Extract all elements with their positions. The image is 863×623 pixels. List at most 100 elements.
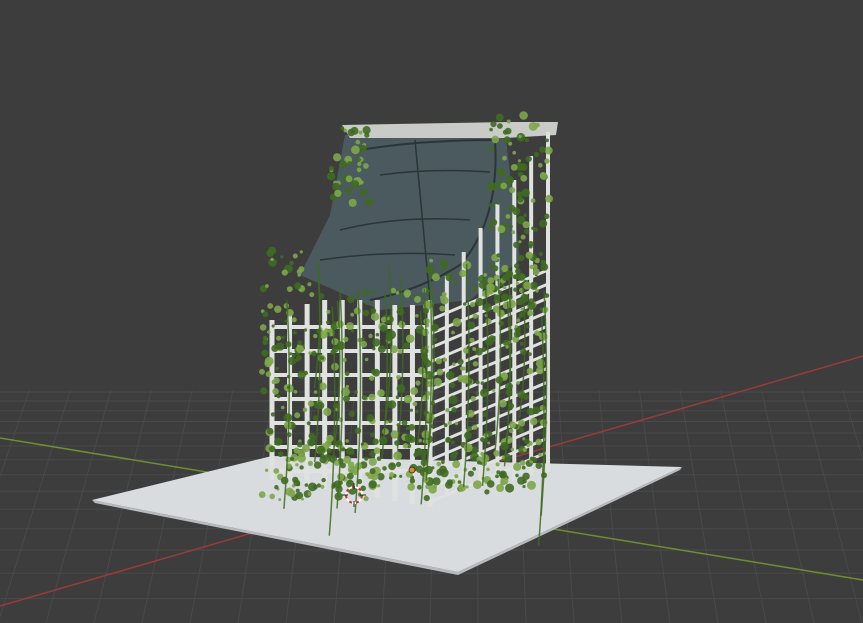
- ivy-leaf: [525, 251, 533, 259]
- ivy-leaf: [487, 224, 494, 230]
- ivy-leaf: [467, 470, 474, 477]
- ivy-leaf: [276, 335, 282, 341]
- ivy-leaf: [529, 456, 535, 461]
- ivy-leaf: [536, 366, 544, 375]
- ivy-leaf: [498, 470, 507, 479]
- ivy-leaf: [360, 188, 368, 196]
- ivy-leaf: [333, 153, 342, 162]
- ivy-leaf: [473, 480, 482, 489]
- ivy-leaf: [445, 273, 454, 282]
- ivy-leaf: [517, 159, 522, 163]
- ivy-leaf: [270, 257, 274, 262]
- ivy-leaf: [372, 338, 381, 347]
- ivy-leaf: [487, 277, 495, 284]
- ivy-leaf: [488, 263, 493, 268]
- ivy-leaf: [395, 395, 400, 400]
- ivy-leaf: [428, 485, 437, 494]
- ivy-leaf: [516, 380, 520, 385]
- ivy-leaf: [292, 253, 298, 259]
- ivy-leaf: [291, 317, 297, 323]
- ivy-leaf: [475, 297, 484, 307]
- ivy-leaf: [480, 381, 485, 385]
- ivy-leaf: [311, 350, 317, 357]
- ivy-leaf: [526, 407, 535, 416]
- ivy-leaf: [274, 485, 279, 490]
- ivy-leaf: [475, 380, 480, 385]
- ivy-leaf: [302, 407, 308, 413]
- ivy-leaf: [368, 393, 376, 401]
- ivy-leaf: [527, 301, 536, 311]
- ivy-leaf: [328, 165, 334, 171]
- ivy-leaf: [344, 187, 352, 195]
- ivy-leaf: [489, 203, 494, 208]
- ivy-leaf: [360, 442, 364, 446]
- ivy-leaf: [269, 445, 276, 453]
- ivy-leaf: [321, 477, 326, 483]
- ivy-leaf: [497, 123, 503, 129]
- ivy-leaf: [296, 345, 304, 354]
- ivy-leaf: [528, 244, 533, 249]
- ivy-leaf: [544, 146, 553, 155]
- ivy-leaf: [275, 366, 280, 371]
- ivy-leaf: [264, 468, 269, 472]
- 3d-viewport[interactable]: [0, 0, 863, 623]
- ivy-leaf: [280, 476, 289, 485]
- ivy-leaf: [488, 145, 494, 152]
- ivy-leaf: [518, 427, 524, 433]
- ivy-leaf: [538, 251, 544, 257]
- ivy-leaf: [401, 419, 408, 426]
- ivy-leaf: [290, 456, 295, 461]
- ivy-leaf: [412, 401, 418, 407]
- ivy-leaf: [373, 447, 381, 455]
- ivy-leaf: [281, 269, 288, 276]
- ivy-leaf: [348, 410, 355, 417]
- ivy-leaf: [416, 484, 422, 490]
- ivy-leaf: [505, 344, 509, 349]
- ivy-leaf: [485, 318, 492, 325]
- ivy-leaf: [513, 330, 522, 338]
- ivy-leaf: [470, 395, 476, 402]
- ivy-leaf: [316, 445, 326, 455]
- ivy-leaf: [459, 269, 467, 277]
- ivy-leaf: [397, 304, 401, 309]
- ivy-leaf: [316, 483, 321, 488]
- ivy-leaf: [502, 339, 510, 347]
- ivy-leaf: [262, 311, 269, 318]
- ivy-leaf: [264, 359, 273, 368]
- ivy-leaf: [518, 254, 525, 262]
- ivy-leaf: [441, 291, 447, 297]
- ivy-leaf: [276, 394, 281, 399]
- ivy-leaf: [272, 388, 279, 395]
- ivy-leaf: [445, 259, 448, 263]
- ivy-leaf: [538, 452, 542, 457]
- ivy-leaf: [369, 375, 375, 381]
- ivy-leaf: [523, 213, 528, 218]
- ivy-leaf: [259, 368, 265, 375]
- ivy-leaf: [520, 175, 528, 182]
- ivy-leaf: [371, 289, 375, 294]
- ivy-leaf: [297, 453, 306, 463]
- ivy-leaf: [346, 472, 354, 480]
- ivy-leaf: [356, 157, 361, 162]
- ivy-leaf: [347, 295, 355, 304]
- ivy-leaf: [405, 435, 410, 439]
- ivy-leaf: [379, 324, 387, 332]
- ivy-leaf: [472, 313, 478, 319]
- ivy-leaf: [484, 489, 490, 495]
- ivy-leaf: [395, 451, 399, 456]
- ivy-leaf: [487, 441, 491, 445]
- ivy-leaf: [274, 305, 282, 313]
- ivy-leaf: [347, 161, 352, 166]
- ivy-leaf: [359, 180, 364, 185]
- ivy-leaf: [534, 152, 539, 157]
- ivy-leaf: [503, 136, 511, 144]
- ivy-leaf: [297, 340, 303, 346]
- ivy-leaf: [388, 462, 396, 471]
- ivy-leaf: [493, 274, 501, 282]
- origin-point[interactable]: [408, 466, 416, 474]
- viewport-canvas[interactable]: [0, 0, 863, 623]
- ivy-leaf: [369, 468, 376, 475]
- ivy-leaf: [376, 456, 382, 462]
- ivy-leaf: [445, 371, 455, 380]
- ivy-leaf: [293, 479, 301, 487]
